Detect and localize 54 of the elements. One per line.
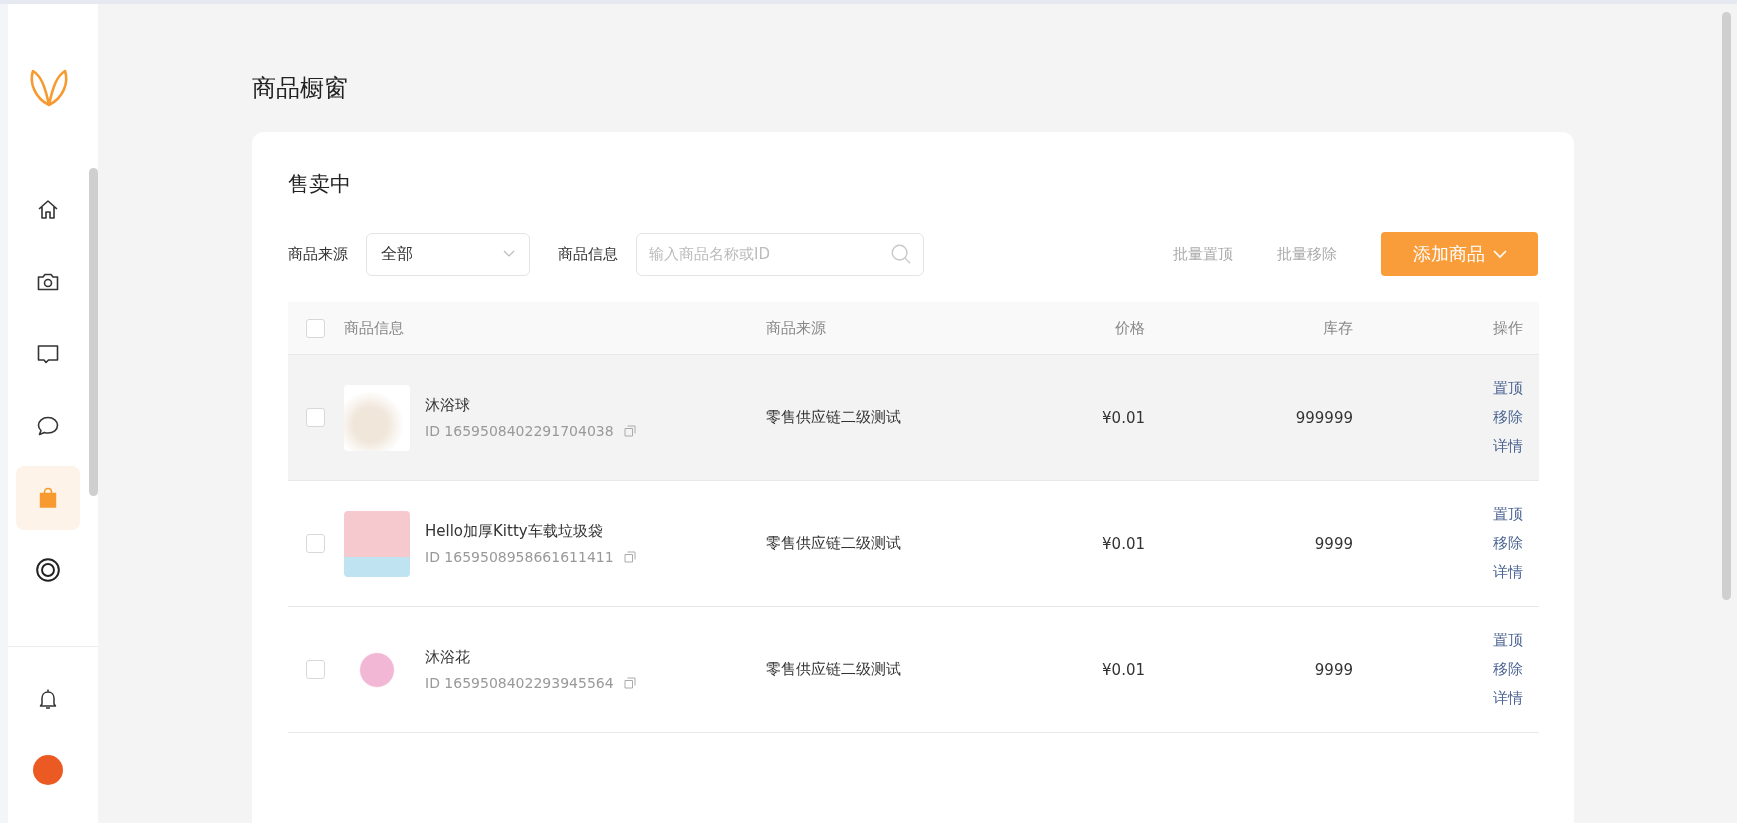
select-all-checkbox[interactable] <box>306 318 325 338</box>
product-name: 沐浴球 <box>425 396 471 415</box>
page-scrollbar[interactable] <box>1722 12 1731 600</box>
column-header: 商品来源 <box>766 318 826 337</box>
avatar[interactable] <box>33 755 63 785</box>
product-id: ID 1659508402291704038 <box>425 423 614 439</box>
column-header: 库存 <box>1323 318 1353 337</box>
row-checkbox[interactable] <box>306 534 325 553</box>
table-cell: 9999 <box>1314 660 1353 679</box>
copy-icon[interactable] <box>623 677 636 689</box>
row-action-link[interactable]: 置顶 <box>1493 379 1523 398</box>
table-cell: ¥0.01 <box>1102 534 1145 553</box>
row-action-link[interactable]: 移除 <box>1493 660 1523 679</box>
target-icon <box>35 557 61 583</box>
table-cell: 999999 <box>1295 408 1353 427</box>
row-action-link[interactable]: 移除 <box>1493 408 1523 427</box>
row-action-link[interactable]: 详情 <box>1493 563 1523 582</box>
row-action-link[interactable]: 详情 <box>1493 689 1523 708</box>
column-header: 操作 <box>1493 318 1523 337</box>
table-cell: 9999 <box>1314 534 1353 553</box>
product-photo-placeholder <box>344 384 410 451</box>
product-photo-placeholder <box>344 510 410 577</box>
table-row[interactable]: 沐浴球 ID 1659508402291704038 零售供应链二级测试 ¥0.01 999999 置顶 移除 详情 <box>288 355 1539 481</box>
product-name: Hello加厚Kitty车载垃圾袋 <box>425 522 604 541</box>
section-title: 售卖中 <box>288 171 352 198</box>
source-select[interactable]: 全部 <box>366 232 530 276</box>
table-cell: ¥0.01 <box>1102 408 1145 427</box>
product-id: ID 1659508402293945564 <box>425 675 614 691</box>
page-title: 商品橱窗 <box>252 73 349 104</box>
product-id: ID 1659508958661611411 <box>425 549 614 565</box>
copy-icon[interactable] <box>623 425 636 437</box>
row-action-link[interactable]: 移除 <box>1493 534 1523 553</box>
copy-icon[interactable] <box>623 551 636 563</box>
chevron-down-icon <box>1492 249 1507 259</box>
filter-label: 商品来源 <box>288 244 348 264</box>
home-icon <box>36 198 60 222</box>
column-header: 商品信息 <box>344 318 404 338</box>
sidebar-scrollbar[interactable] <box>89 168 98 496</box>
filter-label: 商品信息 <box>558 244 618 264</box>
row-checkbox[interactable] <box>306 408 325 427</box>
table-cell: 零售供应链二级测试 <box>766 660 901 678</box>
table-cell: ¥0.01 <box>1102 660 1145 679</box>
search-field[interactable]: 输入商品名称或ID <box>636 232 924 276</box>
row-action-link[interactable]: 置顶 <box>1493 505 1523 524</box>
chat-bubble-icon <box>36 414 60 438</box>
column-header: 价格 <box>1115 318 1145 337</box>
search-icon <box>890 242 912 265</box>
row-action-link[interactable]: 置顶 <box>1493 631 1523 650</box>
table-cell: 零售供应链二级测试 <box>766 534 901 552</box>
chevron-down-icon <box>503 250 515 258</box>
product-name: 沐浴花 <box>425 648 471 667</box>
table-cell: 零售供应链二级测试 <box>766 408 901 426</box>
row-action-link[interactable]: 详情 <box>1493 437 1523 456</box>
row-checkbox[interactable] <box>306 660 325 679</box>
